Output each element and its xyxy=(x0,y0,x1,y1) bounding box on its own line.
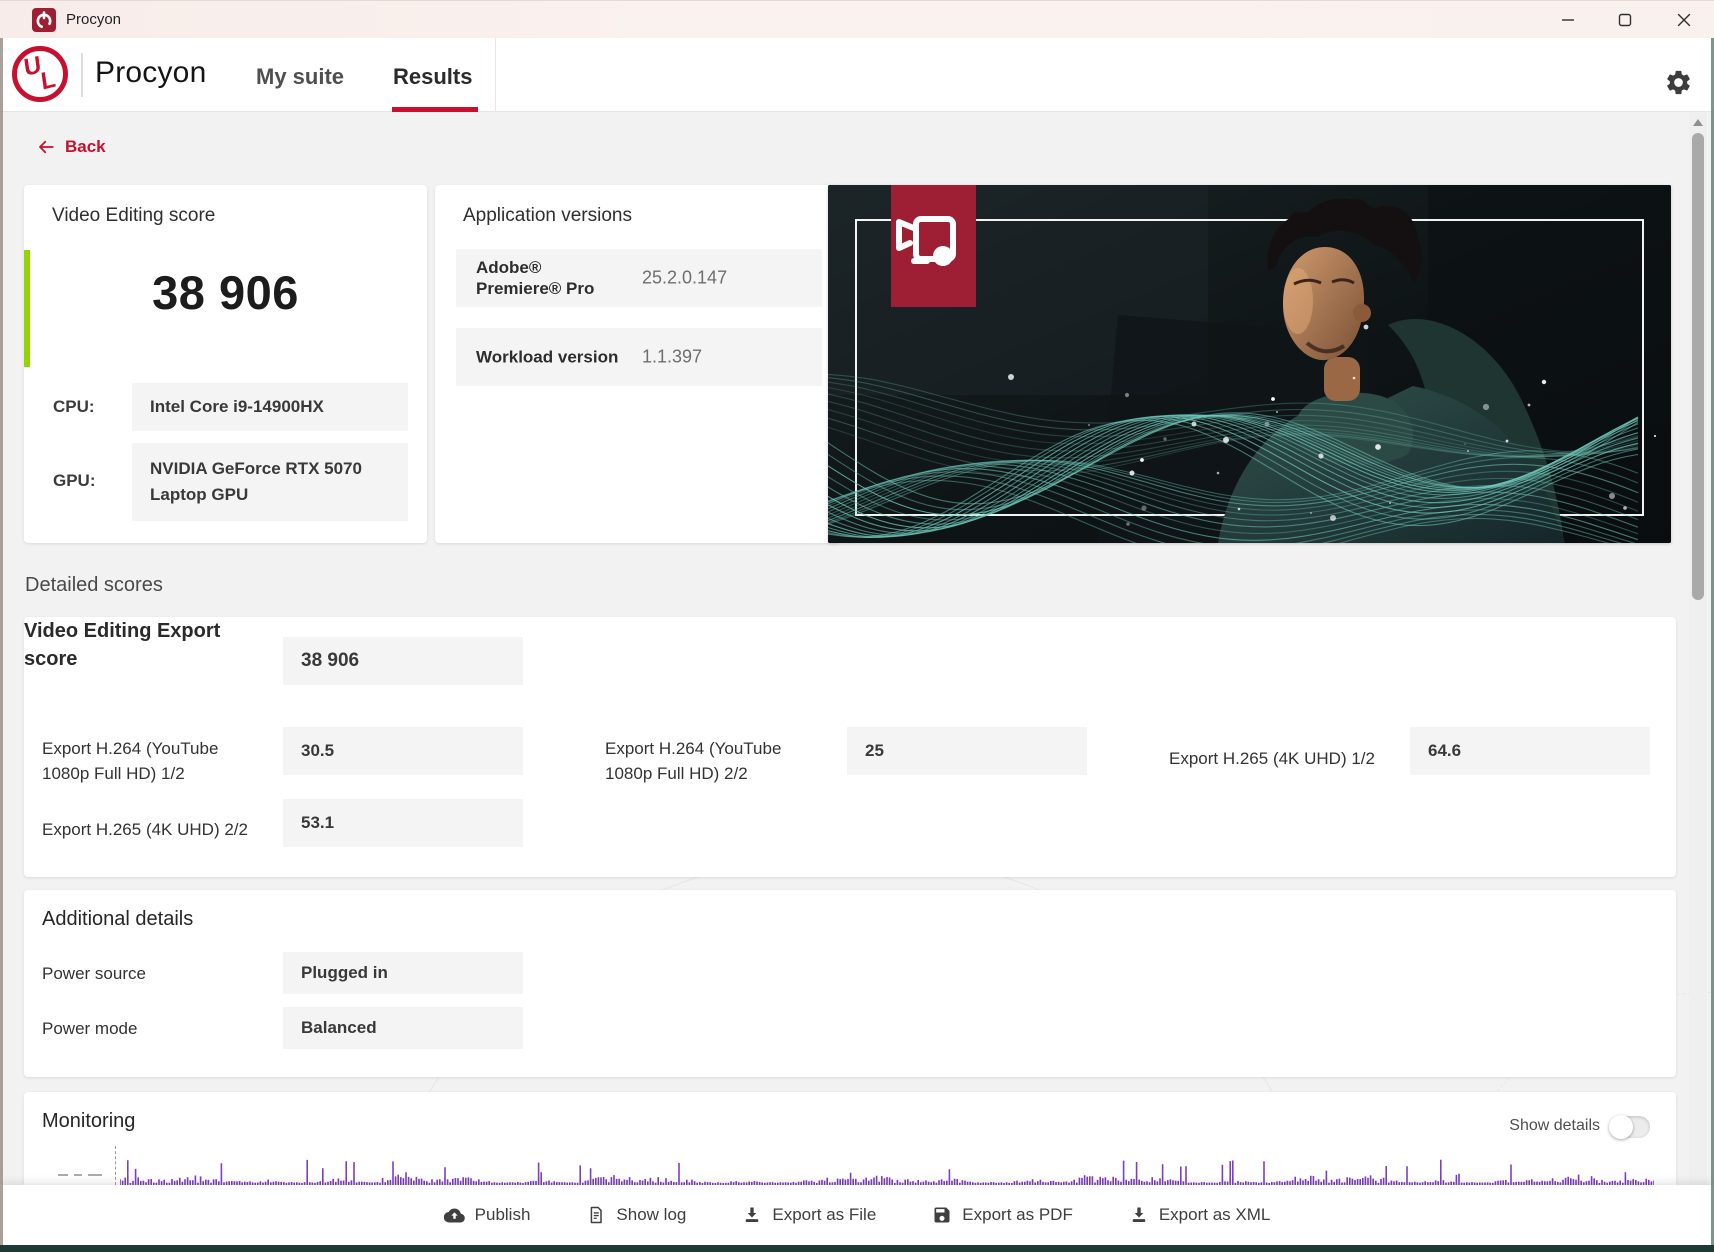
logo-divider xyxy=(81,53,83,97)
button-label: Show log xyxy=(616,1205,687,1224)
download-icon xyxy=(746,1207,759,1222)
export-xml-button[interactable]: Export as XML xyxy=(1129,1205,1271,1225)
back-label: Back xyxy=(65,137,106,156)
scrollbar[interactable] xyxy=(1689,112,1707,1185)
detail-value: Plugged in xyxy=(283,952,523,994)
hero-image xyxy=(828,185,1671,543)
cloud-upload-icon xyxy=(443,1208,465,1223)
tab-my-suite[interactable]: My suite xyxy=(256,64,344,90)
score-row-value: 38 906 xyxy=(283,637,523,685)
document-icon xyxy=(591,1206,603,1224)
gpu-value: NVIDIA GeForce RTX 5070 Laptop GPU xyxy=(132,443,408,521)
tab-results[interactable]: Results xyxy=(393,64,472,90)
score-card-title: Video Editing score xyxy=(52,205,216,226)
show-details-label: Show details xyxy=(1509,1117,1600,1134)
button-label: Export as File xyxy=(772,1205,877,1224)
versions-card-title: Application versions xyxy=(463,205,632,226)
publish-button[interactable]: Publish xyxy=(443,1205,531,1226)
action-bar: Publish Show log Export as File Export a… xyxy=(0,1185,1714,1245)
minimize-button[interactable] xyxy=(1545,1,1591,39)
download-icon xyxy=(1132,1207,1146,1222)
score-row-value: 64.6 xyxy=(1410,727,1650,775)
detailed-scores-card: Video Editing Export score 38 906 Export… xyxy=(24,617,1676,877)
score-row-value: 53.1 xyxy=(283,799,523,847)
version-row: Adobe® Premiere® Pro 25.2.0.147 xyxy=(456,249,822,307)
score-row-label: Export H.264 (YouTube 1080p Full HD) 2/2 xyxy=(605,739,782,783)
gpu-label: GPU: xyxy=(53,471,96,490)
monitoring-sparkline xyxy=(120,1159,1654,1185)
score-row-label: Export H.264 (YouTube 1080p Full HD) 1/2 xyxy=(42,739,219,783)
video-badge xyxy=(891,185,976,307)
detailed-scores-heading: Detailed scores xyxy=(25,574,163,596)
additional-details-card: Additional details Power source Plugged … xyxy=(24,890,1676,1077)
detail-value: Balanced xyxy=(283,1007,523,1049)
additional-details-title: Additional details xyxy=(42,908,194,930)
score-row-value: 25 xyxy=(847,727,1087,775)
cpu-label: CPU: xyxy=(53,397,95,416)
app-icon xyxy=(32,8,56,32)
version-label: Adobe® Premiere® Pro xyxy=(476,257,595,298)
show-log-button[interactable]: Show log xyxy=(586,1205,686,1225)
window-title: Procyon xyxy=(66,11,122,28)
chart-tick xyxy=(58,1174,68,1176)
version-label: Workload version xyxy=(476,347,619,367)
results-page: Back Video Editing score 38 906 CPU: Int… xyxy=(0,112,1714,1185)
application-versions-card: Application versions Adobe® Premiere® Pr… xyxy=(435,185,840,543)
monitoring-card: Monitoring Show details xyxy=(24,1092,1676,1185)
toggle-knob xyxy=(1609,1115,1633,1139)
settings-gear-icon[interactable] xyxy=(1664,68,1693,97)
titlebar: Procyon xyxy=(0,0,1714,38)
chart-tick xyxy=(88,1174,102,1176)
export-pdf-button[interactable]: Export as PDF xyxy=(932,1205,1073,1225)
brand-title: Procyon xyxy=(95,56,207,89)
export-file-button[interactable]: Export as File xyxy=(742,1205,876,1225)
score-card: Video Editing score 38 906 CPU: Intel Co… xyxy=(24,185,427,543)
scrollbar-thumb[interactable] xyxy=(1692,133,1704,600)
detail-label: Power source xyxy=(42,964,146,983)
button-label: Export as XML xyxy=(1158,1205,1271,1224)
ul-logo: UL xyxy=(12,46,68,102)
detail-label: Power mode xyxy=(42,1019,138,1038)
header-divider xyxy=(495,38,496,112)
button-label: Export as PDF xyxy=(962,1205,1073,1224)
chart-axis xyxy=(115,1146,116,1185)
score-row-label: Export H.265 (4K UHD) 2/2 xyxy=(42,820,248,839)
version-value: 1.1.397 xyxy=(642,346,703,367)
scroll-up-arrow-icon[interactable] xyxy=(1693,119,1703,126)
score-row-value: 30.5 xyxy=(283,727,523,775)
main-score-value: 38 906 xyxy=(152,266,299,319)
window-bottom-edge xyxy=(0,1245,1714,1252)
version-value: 25.2.0.147 xyxy=(642,267,728,288)
maximize-button[interactable] xyxy=(1602,1,1648,39)
window-edge xyxy=(0,38,3,1252)
save-icon xyxy=(934,1207,950,1223)
button-label: Publish xyxy=(474,1205,531,1224)
header: UL Procyon My suite Results xyxy=(0,38,1714,112)
cpu-value: Intel Core i9-14900HX xyxy=(132,383,408,431)
close-button[interactable] xyxy=(1661,1,1707,39)
back-button[interactable]: Back xyxy=(36,137,106,157)
show-details-toggle[interactable] xyxy=(1609,1115,1650,1139)
version-row: Workload version 1.1.397 xyxy=(456,328,822,386)
monitoring-title: Monitoring xyxy=(42,1110,136,1132)
score-row-label: Video Editing Export score xyxy=(24,620,221,670)
chart-tick xyxy=(74,1174,82,1176)
back-arrow-icon xyxy=(39,140,54,154)
